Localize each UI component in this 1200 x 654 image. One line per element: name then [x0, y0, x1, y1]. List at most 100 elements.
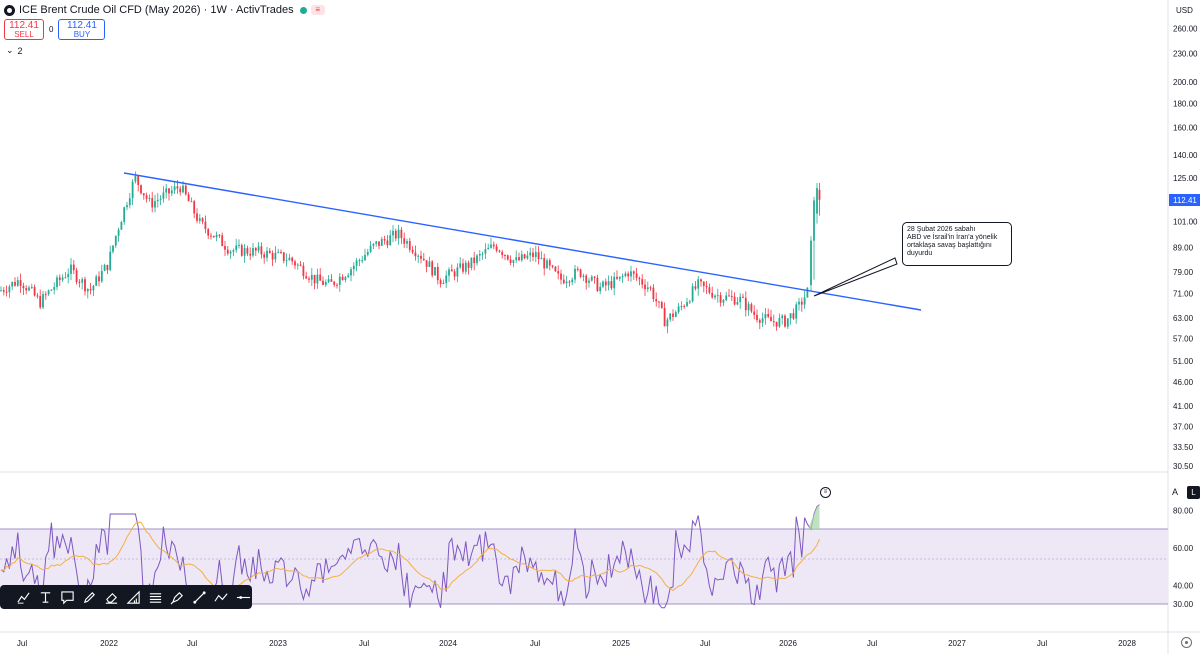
candle-body [683, 306, 686, 308]
candle-body [347, 275, 350, 278]
candle-body [184, 185, 187, 195]
chart-canvas[interactable]: 112.41 260.00230.00200.00180.00160.00140… [0, 0, 1200, 654]
resistance-trendline[interactable] [123, 172, 922, 311]
candle-body [700, 279, 702, 282]
candle-body [22, 285, 25, 289]
rsi-overbought-fill [808, 504, 820, 529]
candle-body [660, 302, 663, 308]
candle-body [560, 273, 562, 280]
candle-body [649, 287, 652, 289]
price-label: 260.00 [1173, 24, 1198, 33]
path-tool[interactable] [212, 588, 230, 607]
candle-body [736, 302, 739, 305]
pen-icon [170, 591, 183, 604]
candle-body [450, 269, 453, 272]
candle-body [361, 260, 364, 262]
candle-body [490, 244, 492, 248]
candle-body [344, 277, 347, 281]
candle-body [204, 221, 207, 230]
candle-body [417, 255, 420, 257]
spread-value: 0 [49, 25, 54, 34]
candle-body [408, 241, 411, 250]
eraser-tool[interactable] [102, 588, 120, 607]
candle-body [786, 318, 789, 327]
candle-body [702, 281, 705, 286]
text-tool[interactable] [36, 588, 54, 607]
candle-body [613, 276, 616, 289]
note-tool[interactable] [58, 588, 76, 607]
candle-body [781, 315, 784, 318]
currency-label[interactable]: USD [1176, 6, 1193, 15]
lines-tool[interactable] [146, 588, 164, 607]
candle-body [543, 258, 546, 269]
price-label: 51.00 [1173, 357, 1194, 366]
candle-body [100, 270, 103, 282]
gear-icon[interactable] [1181, 637, 1192, 648]
annotation-callout[interactable]: 28 Şubat 2026 sabahı ABD ve İsrail'in İr… [902, 222, 1012, 266]
candle-body [310, 274, 313, 280]
rsi-scale[interactable]: 80.00 60.00 40.00 30.00 [1173, 506, 1194, 609]
drawing-toolbar [0, 585, 252, 609]
candle-body [753, 311, 756, 315]
candle-body [504, 255, 506, 257]
candle-body [526, 255, 529, 259]
candle-body [268, 250, 271, 254]
price-label: 140.00 [1173, 151, 1198, 160]
candle-body [226, 249, 229, 254]
price-label: 89.00 [1173, 243, 1194, 252]
pencil-tool[interactable] [80, 588, 98, 607]
chart-title[interactable]: ICE Brent Crude Oil CFD (May 2026) · 1W … [19, 4, 294, 16]
candle-body [420, 255, 422, 259]
time-label: 2026 [779, 639, 797, 648]
candle-body [333, 281, 336, 285]
candle-body [72, 264, 75, 271]
indicators-toggle[interactable]: ⌄ 2 [6, 45, 23, 56]
candle-body [658, 301, 660, 303]
candle-body [207, 229, 210, 236]
candle-body [280, 251, 282, 253]
candle-body [148, 198, 151, 200]
candle-body [308, 278, 310, 280]
price-scale[interactable]: 260.00 230.00 200.00 180.00 160.00 140.00 125.… [1173, 24, 1198, 471]
time-axis[interactable]: Jul 2022 Jul 2023 Jul 2024 Jul 2025 Jul 2026 Jul 20… [17, 639, 1137, 648]
candle-body [266, 250, 268, 258]
candle-body [84, 279, 86, 292]
candle-body [506, 255, 509, 260]
candle-body [816, 188, 818, 214]
time-label: Jul [1037, 639, 1047, 648]
candle-body [714, 295, 716, 298]
candle-body [492, 244, 495, 247]
auto-scale-button[interactable]: A [1172, 487, 1178, 497]
candle-body [352, 265, 355, 270]
hline-tool[interactable] [234, 588, 252, 607]
candle-body [548, 260, 551, 266]
candle-body [50, 289, 53, 291]
candle-body [739, 296, 742, 303]
pen-tool[interactable] [168, 588, 186, 607]
candle-body [145, 195, 148, 199]
candle-body [728, 295, 730, 297]
candle-body [495, 246, 498, 251]
buy-button[interactable]: 112.41 BUY [58, 19, 106, 40]
candle-body [103, 264, 106, 271]
indicator-count: 2 [17, 45, 23, 56]
candle-body [585, 275, 588, 283]
sell-button[interactable]: 112.41 SELL [4, 19, 44, 40]
candle-body [487, 247, 490, 250]
candle-body [78, 281, 81, 283]
candle-body [92, 285, 95, 291]
candle-body [151, 198, 154, 208]
ruler-tool[interactable] [124, 588, 142, 607]
candle-body [691, 286, 694, 302]
time-label: Jul [700, 639, 710, 648]
pin-icon[interactable]: ≡ [820, 487, 831, 498]
candle-body [389, 235, 392, 246]
trendline-tool[interactable] [190, 588, 208, 607]
brush-tool[interactable] [14, 588, 32, 607]
candle-body [232, 250, 235, 252]
candle-body [445, 275, 448, 283]
flag-icon[interactable]: ≡ [310, 5, 325, 15]
log-scale-button[interactable]: L [1187, 486, 1200, 499]
candle-body [750, 304, 753, 312]
candle-body [476, 255, 478, 264]
